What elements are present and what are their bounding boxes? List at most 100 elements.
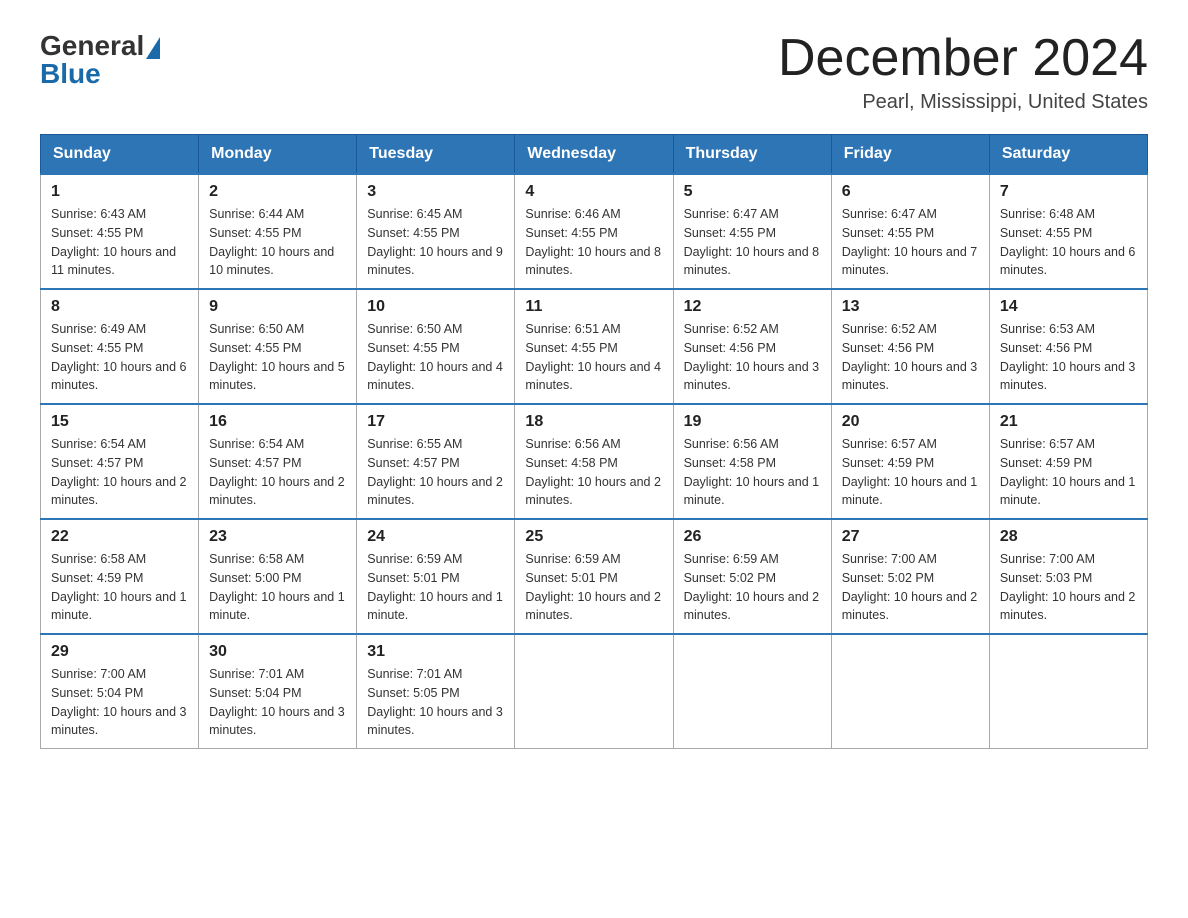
day-number: 27	[842, 528, 979, 546]
day-number: 15	[51, 413, 188, 431]
day-info: Sunrise: 6:57 AMSunset: 4:59 PMDaylight:…	[842, 435, 979, 510]
day-info: Sunrise: 6:59 AMSunset: 5:01 PMDaylight:…	[525, 550, 662, 625]
day-number: 1	[51, 183, 188, 201]
day-cell: 13 Sunrise: 6:52 AMSunset: 4:56 PMDayligh…	[831, 289, 989, 404]
day-info: Sunrise: 6:48 AMSunset: 4:55 PMDaylight:…	[1000, 205, 1137, 280]
header-cell-monday: Monday	[199, 135, 357, 175]
day-number: 2	[209, 183, 346, 201]
day-info: Sunrise: 6:59 AMSunset: 5:02 PMDaylight:…	[684, 550, 821, 625]
day-number: 29	[51, 643, 188, 661]
title-area: December 2024 Pearl, Mississippi, United…	[778, 30, 1148, 114]
logo-blue-text: Blue	[40, 58, 101, 90]
day-cell: 25 Sunrise: 6:59 AMSunset: 5:01 PMDayligh…	[515, 519, 673, 634]
day-info: Sunrise: 6:54 AMSunset: 4:57 PMDaylight:…	[51, 435, 188, 510]
week-row-2: 8 Sunrise: 6:49 AMSunset: 4:55 PMDaylight…	[41, 289, 1148, 404]
calendar-title: December 2024	[778, 30, 1148, 87]
day-cell	[515, 634, 673, 749]
day-info: Sunrise: 7:01 AMSunset: 5:04 PMDaylight:…	[209, 665, 346, 740]
header-cell-thursday: Thursday	[673, 135, 831, 175]
day-info: Sunrise: 6:54 AMSunset: 4:57 PMDaylight:…	[209, 435, 346, 510]
day-number: 28	[1000, 528, 1137, 546]
day-info: Sunrise: 6:45 AMSunset: 4:55 PMDaylight:…	[367, 205, 504, 280]
header-cell-wednesday: Wednesday	[515, 135, 673, 175]
day-info: Sunrise: 7:00 AMSunset: 5:04 PMDaylight:…	[51, 665, 188, 740]
day-number: 13	[842, 298, 979, 316]
day-number: 25	[525, 528, 662, 546]
day-cell: 19 Sunrise: 6:56 AMSunset: 4:58 PMDayligh…	[673, 404, 831, 519]
day-number: 24	[367, 528, 504, 546]
day-info: Sunrise: 6:56 AMSunset: 4:58 PMDaylight:…	[684, 435, 821, 510]
day-info: Sunrise: 6:58 AMSunset: 5:00 PMDaylight:…	[209, 550, 346, 625]
day-cell: 27 Sunrise: 7:00 AMSunset: 5:02 PMDayligh…	[831, 519, 989, 634]
day-info: Sunrise: 6:58 AMSunset: 4:59 PMDaylight:…	[51, 550, 188, 625]
day-cell	[831, 634, 989, 749]
header-row: SundayMondayTuesdayWednesdayThursdayFrid…	[41, 135, 1148, 175]
logo-triangle-icon	[146, 37, 160, 59]
day-cell: 6Sunrise: 6:47 AMSunset: 4:55 PMDaylight…	[831, 174, 989, 289]
day-info: Sunrise: 6:47 AMSunset: 4:55 PMDaylight:…	[842, 205, 979, 280]
day-cell: 23 Sunrise: 6:58 AMSunset: 5:00 PMDayligh…	[199, 519, 357, 634]
day-cell: 4 Sunrise: 6:46 AMSunset: 4:55 PMDaylight…	[515, 174, 673, 289]
logo-area: General Blue	[40, 30, 162, 90]
day-number: 22	[51, 528, 188, 546]
day-number: 7	[1000, 183, 1137, 201]
day-cell: 16 Sunrise: 6:54 AMSunset: 4:57 PMDayligh…	[199, 404, 357, 519]
day-info: Sunrise: 7:00 AMSunset: 5:02 PMDaylight:…	[842, 550, 979, 625]
day-number: 11	[525, 298, 662, 316]
day-cell: 9 Sunrise: 6:50 AMSunset: 4:55 PMDaylight…	[199, 289, 357, 404]
week-row-1: 1Sunrise: 6:43 AMSunset: 4:55 PMDaylight…	[41, 174, 1148, 289]
day-number: 21	[1000, 413, 1137, 431]
day-number: 23	[209, 528, 346, 546]
day-cell: 10Sunrise: 6:50 AMSunset: 4:55 PMDayligh…	[357, 289, 515, 404]
day-number: 19	[684, 413, 821, 431]
day-number: 8	[51, 298, 188, 316]
day-number: 10	[367, 298, 504, 316]
day-cell: 29 Sunrise: 7:00 AMSunset: 5:04 PMDayligh…	[41, 634, 199, 749]
day-number: 3	[367, 183, 504, 201]
day-cell: 31Sunrise: 7:01 AMSunset: 5:05 PMDayligh…	[357, 634, 515, 749]
day-cell: 14 Sunrise: 6:53 AMSunset: 4:56 PMDayligh…	[989, 289, 1147, 404]
day-info: Sunrise: 6:56 AMSunset: 4:58 PMDaylight:…	[525, 435, 662, 510]
day-number: 9	[209, 298, 346, 316]
week-row-4: 22 Sunrise: 6:58 AMSunset: 4:59 PMDayligh…	[41, 519, 1148, 634]
header-cell-sunday: Sunday	[41, 135, 199, 175]
day-cell: 26Sunrise: 6:59 AMSunset: 5:02 PMDayligh…	[673, 519, 831, 634]
day-cell: 18Sunrise: 6:56 AMSunset: 4:58 PMDayligh…	[515, 404, 673, 519]
header-cell-tuesday: Tuesday	[357, 135, 515, 175]
day-number: 30	[209, 643, 346, 661]
day-info: Sunrise: 6:57 AMSunset: 4:59 PMDaylight:…	[1000, 435, 1137, 510]
day-number: 4	[525, 183, 662, 201]
day-info: Sunrise: 6:55 AMSunset: 4:57 PMDaylight:…	[367, 435, 504, 510]
day-cell: 3 Sunrise: 6:45 AMSunset: 4:55 PMDaylight…	[357, 174, 515, 289]
day-cell: 2 Sunrise: 6:44 AMSunset: 4:55 PMDaylight…	[199, 174, 357, 289]
day-info: Sunrise: 6:52 AMSunset: 4:56 PMDaylight:…	[842, 320, 979, 395]
day-cell: 1Sunrise: 6:43 AMSunset: 4:55 PMDaylight…	[41, 174, 199, 289]
day-cell: 7 Sunrise: 6:48 AMSunset: 4:55 PMDaylight…	[989, 174, 1147, 289]
day-number: 17	[367, 413, 504, 431]
day-cell: 17 Sunrise: 6:55 AMSunset: 4:57 PMDayligh…	[357, 404, 515, 519]
day-info: Sunrise: 6:44 AMSunset: 4:55 PMDaylight:…	[209, 205, 346, 280]
day-info: Sunrise: 6:49 AMSunset: 4:55 PMDaylight:…	[51, 320, 188, 395]
day-info: Sunrise: 6:52 AMSunset: 4:56 PMDaylight:…	[684, 320, 821, 395]
day-cell: 11 Sunrise: 6:51 AMSunset: 4:55 PMDayligh…	[515, 289, 673, 404]
header: General Blue December 2024 Pearl, Missis…	[40, 30, 1148, 114]
day-number: 14	[1000, 298, 1137, 316]
day-info: Sunrise: 6:46 AMSunset: 4:55 PMDaylight:…	[525, 205, 662, 280]
week-row-3: 15 Sunrise: 6:54 AMSunset: 4:57 PMDayligh…	[41, 404, 1148, 519]
day-cell: 8 Sunrise: 6:49 AMSunset: 4:55 PMDaylight…	[41, 289, 199, 404]
day-number: 16	[209, 413, 346, 431]
day-info: Sunrise: 6:53 AMSunset: 4:56 PMDaylight:…	[1000, 320, 1137, 395]
day-number: 5	[684, 183, 821, 201]
day-cell: 20 Sunrise: 6:57 AMSunset: 4:59 PMDayligh…	[831, 404, 989, 519]
day-cell: 30 Sunrise: 7:01 AMSunset: 5:04 PMDayligh…	[199, 634, 357, 749]
day-info: Sunrise: 7:00 AMSunset: 5:03 PMDaylight:…	[1000, 550, 1137, 625]
day-info: Sunrise: 7:01 AMSunset: 5:05 PMDaylight:…	[367, 665, 504, 740]
week-row-5: 29 Sunrise: 7:00 AMSunset: 5:04 PMDayligh…	[41, 634, 1148, 749]
day-cell	[673, 634, 831, 749]
day-info: Sunrise: 6:47 AMSunset: 4:55 PMDaylight:…	[684, 205, 821, 280]
calendar-subtitle: Pearl, Mississippi, United States	[778, 91, 1148, 114]
day-info: Sunrise: 6:50 AMSunset: 4:55 PMDaylight:…	[209, 320, 346, 395]
day-number: 20	[842, 413, 979, 431]
day-info: Sunrise: 6:51 AMSunset: 4:55 PMDaylight:…	[525, 320, 662, 395]
day-number: 12	[684, 298, 821, 316]
